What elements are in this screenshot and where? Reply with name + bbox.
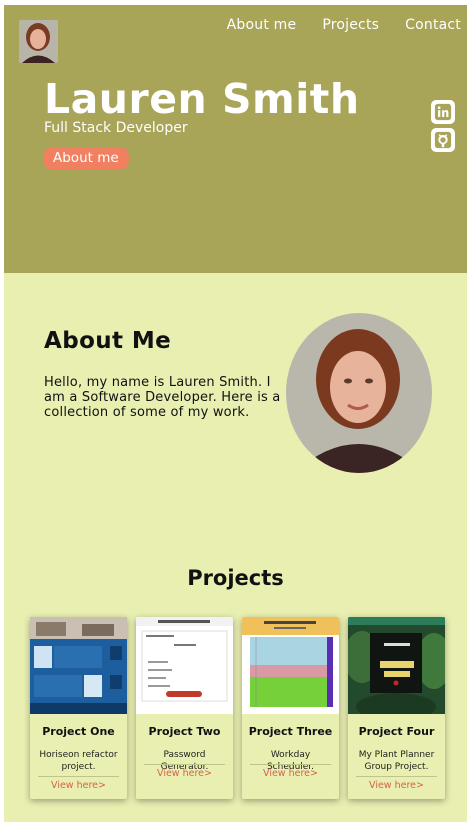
project-three-title: Project Three	[248, 725, 333, 738]
card-divider	[38, 776, 119, 777]
about-text: Hello, my name is Lauren Smith. I am a S…	[44, 375, 281, 420]
card-divider	[356, 776, 437, 777]
profile-portrait	[286, 313, 432, 473]
hero-role: Full Stack Developer	[44, 120, 188, 136]
project-one-thumbnail[interactable]	[30, 617, 127, 714]
project-card: Project Three Workday Scheduler. View he…	[242, 617, 339, 799]
linkedin-icon[interactable]	[431, 100, 455, 124]
project-two-link[interactable]: View here>	[136, 768, 233, 779]
project-one-link[interactable]: View here>	[30, 780, 127, 791]
nav-about-link[interactable]: About me	[227, 17, 297, 33]
project-card: Project One Horiseon refactor project. V…	[30, 617, 127, 799]
project-three-link[interactable]: View here>	[242, 768, 339, 779]
project-card: Project Four My Plant Planner Group Proj…	[348, 617, 445, 799]
project-card: Project Two Password Generator. View her…	[136, 617, 233, 799]
card-divider	[144, 764, 225, 765]
project-four-link[interactable]: View here>	[348, 780, 445, 791]
hero-header: About me Projects Contact Lauren Smith F…	[4, 5, 467, 273]
nav-contact-link[interactable]: Contact	[405, 17, 461, 33]
hero-name: Lauren Smith	[44, 75, 360, 123]
project-three-thumbnail[interactable]	[242, 617, 339, 714]
project-two-title: Project Two	[148, 725, 221, 738]
project-four-description: My Plant Planner Group Project.	[358, 750, 435, 772]
page: About me Projects Contact Lauren Smith F…	[4, 5, 467, 822]
projects-title: Projects	[187, 566, 284, 590]
avatar[interactable]	[19, 20, 58, 63]
project-two-thumbnail[interactable]	[136, 617, 233, 714]
project-four-thumbnail[interactable]	[348, 617, 445, 721]
project-one-title: Project One	[42, 725, 115, 738]
about-title: About Me	[44, 328, 172, 354]
main-nav: About me Projects Contact	[201, 17, 461, 33]
project-one-description: Horiseon refactor project.	[39, 750, 118, 772]
about-me-button[interactable]: About me	[43, 147, 129, 170]
nav-projects-link[interactable]: Projects	[322, 17, 379, 33]
project-four-title: Project Four	[358, 725, 435, 738]
card-divider	[250, 764, 331, 765]
github-icon[interactable]	[431, 128, 455, 152]
